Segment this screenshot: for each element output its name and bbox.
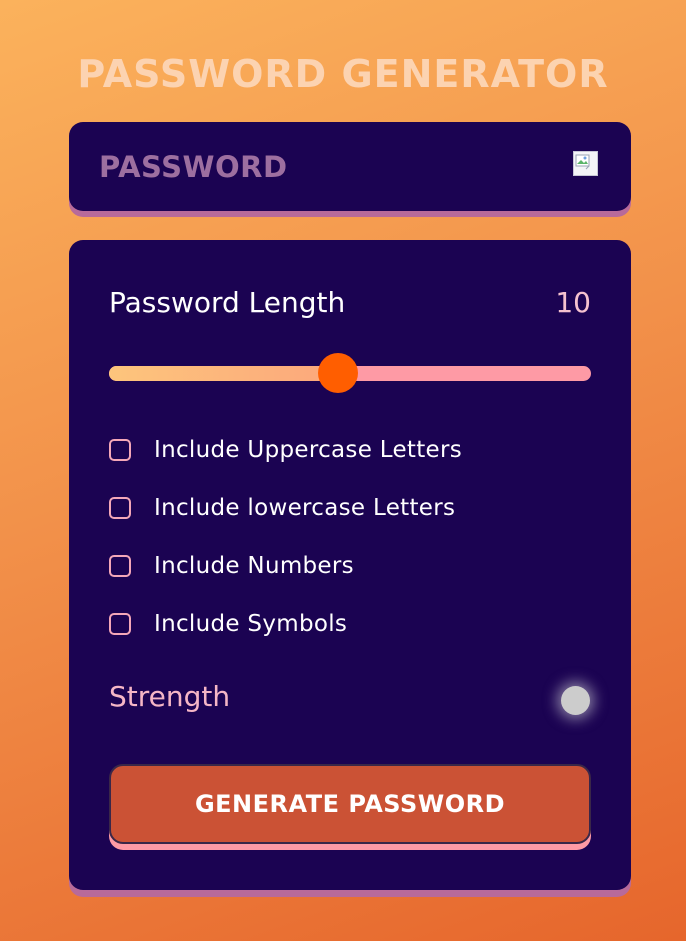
strength-label: Strength (109, 680, 231, 713)
symbols-checkbox[interactable] (109, 613, 131, 635)
slider-fill (109, 366, 338, 381)
broken-image-icon (575, 154, 590, 170)
length-slider[interactable] (109, 353, 591, 393)
uppercase-checkbox[interactable] (109, 439, 131, 461)
page-title: PASSWORD GENERATOR (77, 52, 609, 96)
generate-password-button[interactable]: GENERATE PASSWORD (109, 764, 591, 844)
lowercase-label: Include lowercase Letters (154, 495, 456, 521)
option-lowercase[interactable]: Include lowercase Letters (109, 493, 455, 523)
length-value: 10 (555, 286, 591, 319)
password-output: PASSWORD (99, 150, 288, 184)
option-numbers[interactable]: Include Numbers (109, 551, 354, 581)
strength-indicator (561, 686, 590, 715)
password-display: PASSWORD (69, 122, 631, 211)
copy-icon[interactable] (573, 151, 598, 176)
length-label: Password Length (109, 286, 346, 319)
settings-panel: Password Length 10 Include Uppercase Let… (69, 240, 631, 890)
numbers-label: Include Numbers (154, 553, 354, 579)
option-uppercase[interactable]: Include Uppercase Letters (109, 435, 462, 465)
symbols-label: Include Symbols (154, 611, 348, 637)
slider-thumb[interactable] (317, 353, 358, 393)
option-symbols[interactable]: Include Symbols (109, 609, 347, 639)
uppercase-label: Include Uppercase Letters (154, 437, 463, 463)
lowercase-checkbox[interactable] (109, 497, 131, 519)
numbers-checkbox[interactable] (109, 555, 131, 577)
